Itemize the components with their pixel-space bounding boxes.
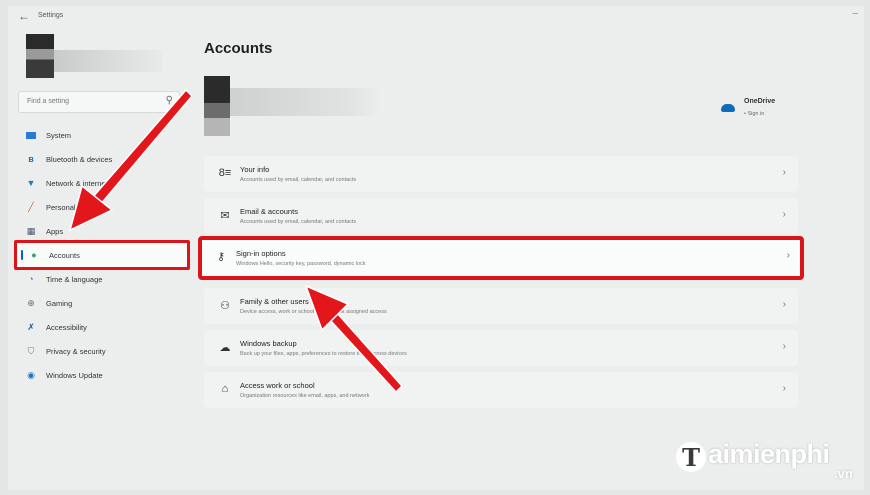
page-title: Accounts xyxy=(204,40,273,57)
onedrive-status[interactable]: • Sign in xyxy=(744,111,764,117)
card-title: Email & accounts xyxy=(240,207,298,216)
chevron-right-icon: › xyxy=(782,383,786,394)
card-title: Access work or school xyxy=(240,381,315,390)
user-avatar[interactable] xyxy=(26,34,54,78)
onedrive-cloud-icon[interactable] xyxy=(721,104,735,112)
sidebar-item-time-language[interactable]: ◔ Time & language xyxy=(18,268,178,290)
search-icon[interactable]: ⚲ xyxy=(166,95,173,106)
sidebar-item-label: Apps xyxy=(46,227,64,236)
sidebar-item-label: Bluetooth & devices xyxy=(46,155,113,164)
update-icon: ◉ xyxy=(27,370,35,380)
globe-clock-icon: ◔ xyxy=(28,274,34,284)
onedrive-title[interactable]: OneDrive xyxy=(744,98,775,105)
sidebar-item-label: Time & language xyxy=(46,275,103,284)
title-bar: ← Settings – xyxy=(8,6,864,28)
family-icon: ⚇ xyxy=(220,300,230,312)
card-email-accounts[interactable]: ✉ Email & accounts Accounts used by emai… xyxy=(204,198,798,234)
sidebar-item-apps[interactable]: ▦ Apps xyxy=(18,220,178,242)
card-subtitle: Organization resources like email, apps,… xyxy=(240,393,370,399)
chevron-right-icon: › xyxy=(786,250,790,261)
watermark-logo: T aimienphi .vn xyxy=(672,436,868,488)
bluetooth-icon: ʙ xyxy=(28,154,34,164)
sidebar-item-gaming[interactable]: ⊕ Gaming xyxy=(18,292,178,314)
card-subtitle: Accounts used by email, calendar, and co… xyxy=(240,219,357,225)
sidebar-item-windows-update[interactable]: ◉ Windows Update xyxy=(18,364,178,386)
person-list-icon: 8≡ xyxy=(218,167,232,179)
card-windows-backup[interactable]: ☁ Windows backup Back up your files, app… xyxy=(204,330,798,366)
watermark-brand: aimienphi xyxy=(708,439,830,469)
card-title: Family & other users xyxy=(240,297,309,306)
card-subtitle: Accounts used by email, calendar, and co… xyxy=(240,177,357,183)
backup-icon: ☁ xyxy=(219,342,231,354)
gamepad-icon: ⊕ xyxy=(27,298,35,308)
search-placeholder: Find a setting xyxy=(27,98,70,105)
card-family-users[interactable]: ⚇ Family & other users Device access, wo… xyxy=(204,288,798,324)
shield-icon: ⛉ xyxy=(27,346,35,356)
sidebar-item-label: Privacy & security xyxy=(46,347,106,356)
sidebar-item-label: Windows Update xyxy=(46,371,103,380)
sidebar-item-label: Accounts xyxy=(49,251,80,260)
sidebar-item-label: Network & internet xyxy=(46,179,108,188)
profile-picture[interactable] xyxy=(204,76,230,136)
chevron-right-icon: › xyxy=(782,299,786,310)
card-title: Sign-in options xyxy=(236,249,286,258)
apps-icon: ▦ xyxy=(26,226,36,236)
chevron-right-icon: › xyxy=(782,209,786,220)
chevron-right-icon: › xyxy=(782,167,786,178)
active-indicator xyxy=(21,250,23,260)
briefcase-icon: ⌂ xyxy=(221,383,229,395)
watermark-tld: .vn xyxy=(834,466,853,481)
mail-icon: ✉ xyxy=(220,210,230,222)
sidebar-item-bluetooth[interactable]: ʙ Bluetooth & devices xyxy=(18,148,178,170)
card-your-info[interactable]: 8≡ Your info Accounts used by email, cal… xyxy=(204,156,798,192)
card-subtitle: Windows Hello, security key, password, d… xyxy=(236,261,366,267)
person-icon: ● xyxy=(31,250,37,260)
chevron-right-icon: › xyxy=(782,341,786,352)
wifi-icon: ▼ xyxy=(26,178,36,188)
card-title: Windows backup xyxy=(240,339,297,348)
monitor-icon xyxy=(26,132,36,139)
card-subtitle: Device access, work or school users, kio… xyxy=(240,309,387,315)
search-box[interactable]: Find a setting ⚲ xyxy=(18,91,180,113)
sidebar-item-label: Personalization xyxy=(46,203,98,212)
sidebar-item-label: Gaming xyxy=(46,299,73,308)
sidebar-item-accounts[interactable]: ● Accounts xyxy=(14,240,190,270)
watermark-initial: T xyxy=(676,442,706,472)
card-access-work-school[interactable]: ⌂ Access work or school Organization res… xyxy=(204,372,798,408)
accessibility-icon: ✗ xyxy=(27,322,35,332)
settings-window: ← Settings – Find a setting ⚲ System ʙ B… xyxy=(8,6,864,490)
back-arrow-icon[interactable]: ← xyxy=(18,9,30,23)
sidebar-item-label: System xyxy=(46,131,72,140)
key-icon: ⚷ xyxy=(216,251,226,263)
app-title: Settings xyxy=(38,12,64,19)
card-subtitle: Back up your files, apps, preferences to… xyxy=(240,351,407,357)
sidebar-item-system[interactable]: System xyxy=(18,124,178,146)
card-title: Your info xyxy=(240,165,270,174)
sidebar-item-privacy[interactable]: ⛉ Privacy & security xyxy=(18,340,178,362)
sidebar-item-accessibility[interactable]: ✗ Accessibility xyxy=(18,316,178,338)
minimize-icon[interactable]: – xyxy=(852,8,858,19)
sidebar-item-personalization[interactable]: ╱ Personalization xyxy=(18,196,178,218)
sidebar-item-label: Accessibility xyxy=(46,323,87,332)
sidebar-item-network[interactable]: ▼ Network & internet xyxy=(18,172,178,194)
brush-icon: ╱ xyxy=(28,202,34,212)
profile-info-blurred xyxy=(230,88,380,116)
user-name-blurred xyxy=(54,50,162,72)
card-sign-in-options[interactable]: ⚷ Sign-in options Windows Hello, securit… xyxy=(198,236,804,280)
